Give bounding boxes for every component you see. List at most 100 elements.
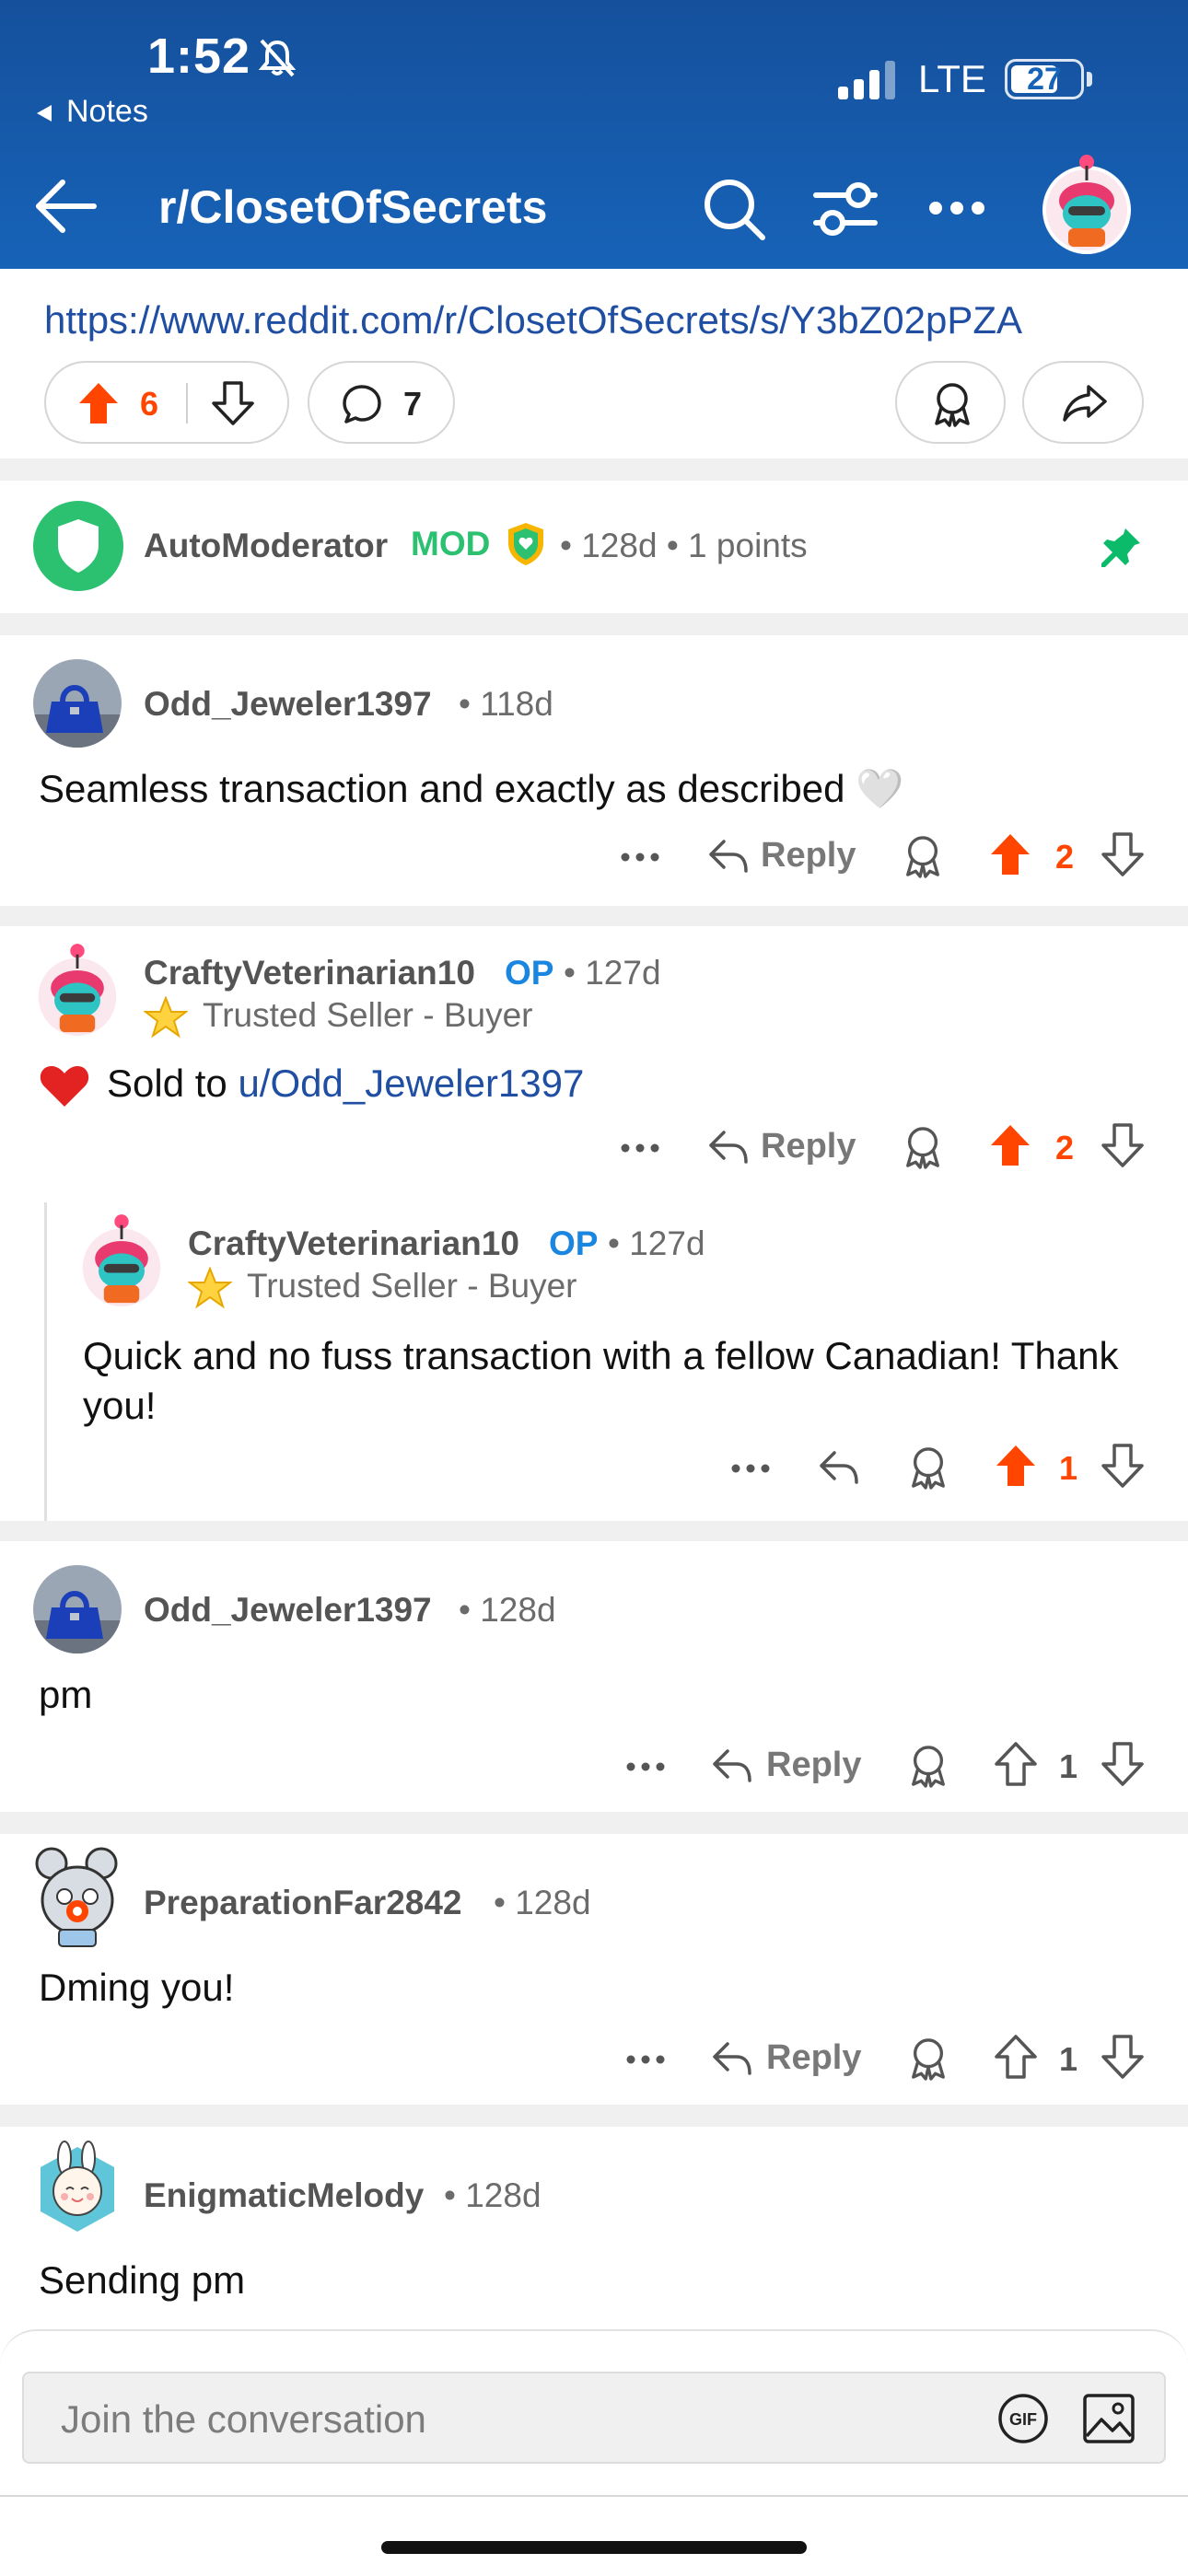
pin-icon[interactable] xyxy=(1098,525,1144,571)
vote-count: 2 xyxy=(1055,838,1075,876)
reply-button[interactable]: Reply xyxy=(766,1746,861,1785)
downvote-icon[interactable] xyxy=(1101,1123,1144,1167)
downvote-icon[interactable] xyxy=(212,381,254,425)
comment-username[interactable]: Odd_Jeweler1397 xyxy=(144,1591,432,1630)
comment-meta: • 128d xyxy=(459,1591,556,1629)
user-mention-link[interactable]: u/Odd_Jeweler1397 xyxy=(238,1062,584,1105)
more-options-icon[interactable] xyxy=(626,1762,665,1771)
subreddit-title[interactable]: r/ClosetOfSecrets xyxy=(158,180,547,234)
share-arrow-icon xyxy=(1063,383,1107,424)
vote-count: 1 xyxy=(1059,1449,1078,1487)
comment-text: Sold to xyxy=(107,1062,239,1105)
downvote-icon[interactable] xyxy=(1101,1742,1144,1786)
award-icon[interactable] xyxy=(908,1744,949,1788)
reply-arrow-icon[interactable] xyxy=(711,2040,753,2077)
avatar[interactable] xyxy=(77,1208,166,1306)
more-options-icon[interactable] xyxy=(626,2055,665,2064)
more-options-icon[interactable] xyxy=(621,853,659,862)
reply-arrow-icon[interactable] xyxy=(707,1129,750,1166)
upvote-icon[interactable] xyxy=(995,1742,1037,1786)
upvote-filled-icon[interactable] xyxy=(995,1444,1037,1488)
share-button[interactable] xyxy=(1022,361,1144,444)
upvote-icon[interactable] xyxy=(995,2035,1037,2079)
battery-level: 27 xyxy=(1027,62,1062,97)
op-badge: OP xyxy=(505,954,554,992)
star-icon xyxy=(144,996,188,1039)
comment-username[interactable]: PreparationFar2842 xyxy=(144,1884,462,1922)
avatar[interactable] xyxy=(33,659,122,748)
search-icon[interactable] xyxy=(702,177,768,243)
comments-pill[interactable]: 7 xyxy=(308,361,455,444)
post-comment-count: 7 xyxy=(403,385,423,423)
star-icon xyxy=(188,1267,232,1309)
vote-count: 2 xyxy=(1055,1129,1075,1166)
comment-input[interactable]: Join the conversation GIF xyxy=(22,2372,1166,2464)
award-button[interactable] xyxy=(895,361,1006,444)
thread-line xyxy=(44,1202,47,1521)
image-upload-icon[interactable] xyxy=(1083,2394,1135,2443)
automod-avatar xyxy=(33,501,123,591)
comment-meta: • 128d xyxy=(444,2176,542,2214)
comment-username[interactable]: EnigmaticMelody xyxy=(144,2176,424,2215)
comment-body: Quick and no fuss transaction with a fel… xyxy=(83,1334,1119,1427)
filter-sort-icon[interactable] xyxy=(812,180,879,239)
comment-meta: • 128d xyxy=(494,1884,591,1921)
reply-arrow-icon[interactable] xyxy=(818,1449,860,1486)
award-icon[interactable] xyxy=(908,2036,949,2081)
upvote-filled-icon[interactable] xyxy=(989,1123,1031,1167)
comment-card: PreparationFar2842 • 128d Dming you! Rep… xyxy=(0,1834,1188,2105)
comment-username[interactable]: AutoModerator xyxy=(144,527,388,565)
comment-composer: Join the conversation GIF xyxy=(0,2329,1188,2576)
award-icon[interactable] xyxy=(908,1445,949,1490)
avatar[interactable] xyxy=(31,1845,120,1947)
reply-arrow-icon[interactable] xyxy=(707,838,750,875)
reply-button[interactable]: Reply xyxy=(761,836,856,876)
avatar[interactable] xyxy=(33,937,122,1036)
gif-icon[interactable]: GIF xyxy=(998,2394,1048,2443)
award-icon xyxy=(931,381,973,427)
reply-arrow-icon[interactable] xyxy=(711,1747,753,1784)
back-arrow-icon[interactable] xyxy=(33,177,99,236)
award-icon[interactable] xyxy=(903,1125,943,1169)
user-flair: Trusted Seller - Buyer xyxy=(247,1267,577,1305)
back-to-app-label[interactable]: Notes xyxy=(66,94,148,130)
avatar[interactable] xyxy=(33,1565,122,1654)
gif-label: GIF xyxy=(1009,2410,1037,2429)
vote-divider xyxy=(186,383,188,424)
more-options-icon[interactable] xyxy=(928,201,985,215)
downvote-icon[interactable] xyxy=(1101,1444,1144,1488)
network-label: LTE xyxy=(918,57,986,100)
comment-meta: • 127d xyxy=(564,954,661,992)
more-options-icon[interactable] xyxy=(731,1464,770,1473)
battery-icon: 27 xyxy=(1005,59,1084,99)
comment-input-placeholder: Join the conversation xyxy=(61,2397,426,2441)
pinned-comment[interactable]: AutoModerator MOD • 128d • 1 points xyxy=(0,481,1188,613)
back-triangle-icon[interactable] xyxy=(35,103,53,123)
bell-slash-icon xyxy=(256,37,298,79)
comment-body: Sold to u/Odd_Jeweler1397 xyxy=(107,1059,584,1108)
comment-body: pm xyxy=(39,1673,93,1716)
vote-count: 1 xyxy=(1059,2040,1078,2078)
vote-count: 1 xyxy=(1059,1747,1078,1785)
post-url-link[interactable]: https://www.reddit.com/r/ClosetOfSecrets… xyxy=(44,298,1022,342)
reply-button[interactable]: Reply xyxy=(761,1127,856,1166)
avatar[interactable] xyxy=(33,2138,122,2232)
comment-card: Odd_Jeweler1397 • 128d pm Reply 1 xyxy=(0,1541,1188,1812)
comment-bubble-icon xyxy=(341,383,383,425)
upvote-filled-icon[interactable] xyxy=(989,832,1031,876)
reply-button[interactable]: Reply xyxy=(766,2038,861,2078)
more-options-icon[interactable] xyxy=(621,1143,659,1153)
home-indicator[interactable] xyxy=(381,2541,807,2554)
user-avatar[interactable] xyxy=(1041,153,1133,256)
comment-username[interactable]: Odd_Jeweler1397 xyxy=(144,685,432,724)
downvote-icon[interactable] xyxy=(1101,2035,1144,2079)
mod-shield-icon xyxy=(503,519,549,569)
comment-username[interactable]: CraftyVeterinarian10 xyxy=(188,1224,519,1263)
status-time: 1:52 xyxy=(147,29,251,84)
mod-badge: MOD xyxy=(411,525,491,563)
post-share-bar: https://www.reddit.com/r/ClosetOfSecrets… xyxy=(0,269,1188,458)
award-icon[interactable] xyxy=(903,834,943,878)
comment-username[interactable]: CraftyVeterinarian10 xyxy=(144,954,475,992)
upvote-filled-icon[interactable] xyxy=(77,381,120,425)
downvote-icon[interactable] xyxy=(1101,832,1144,876)
